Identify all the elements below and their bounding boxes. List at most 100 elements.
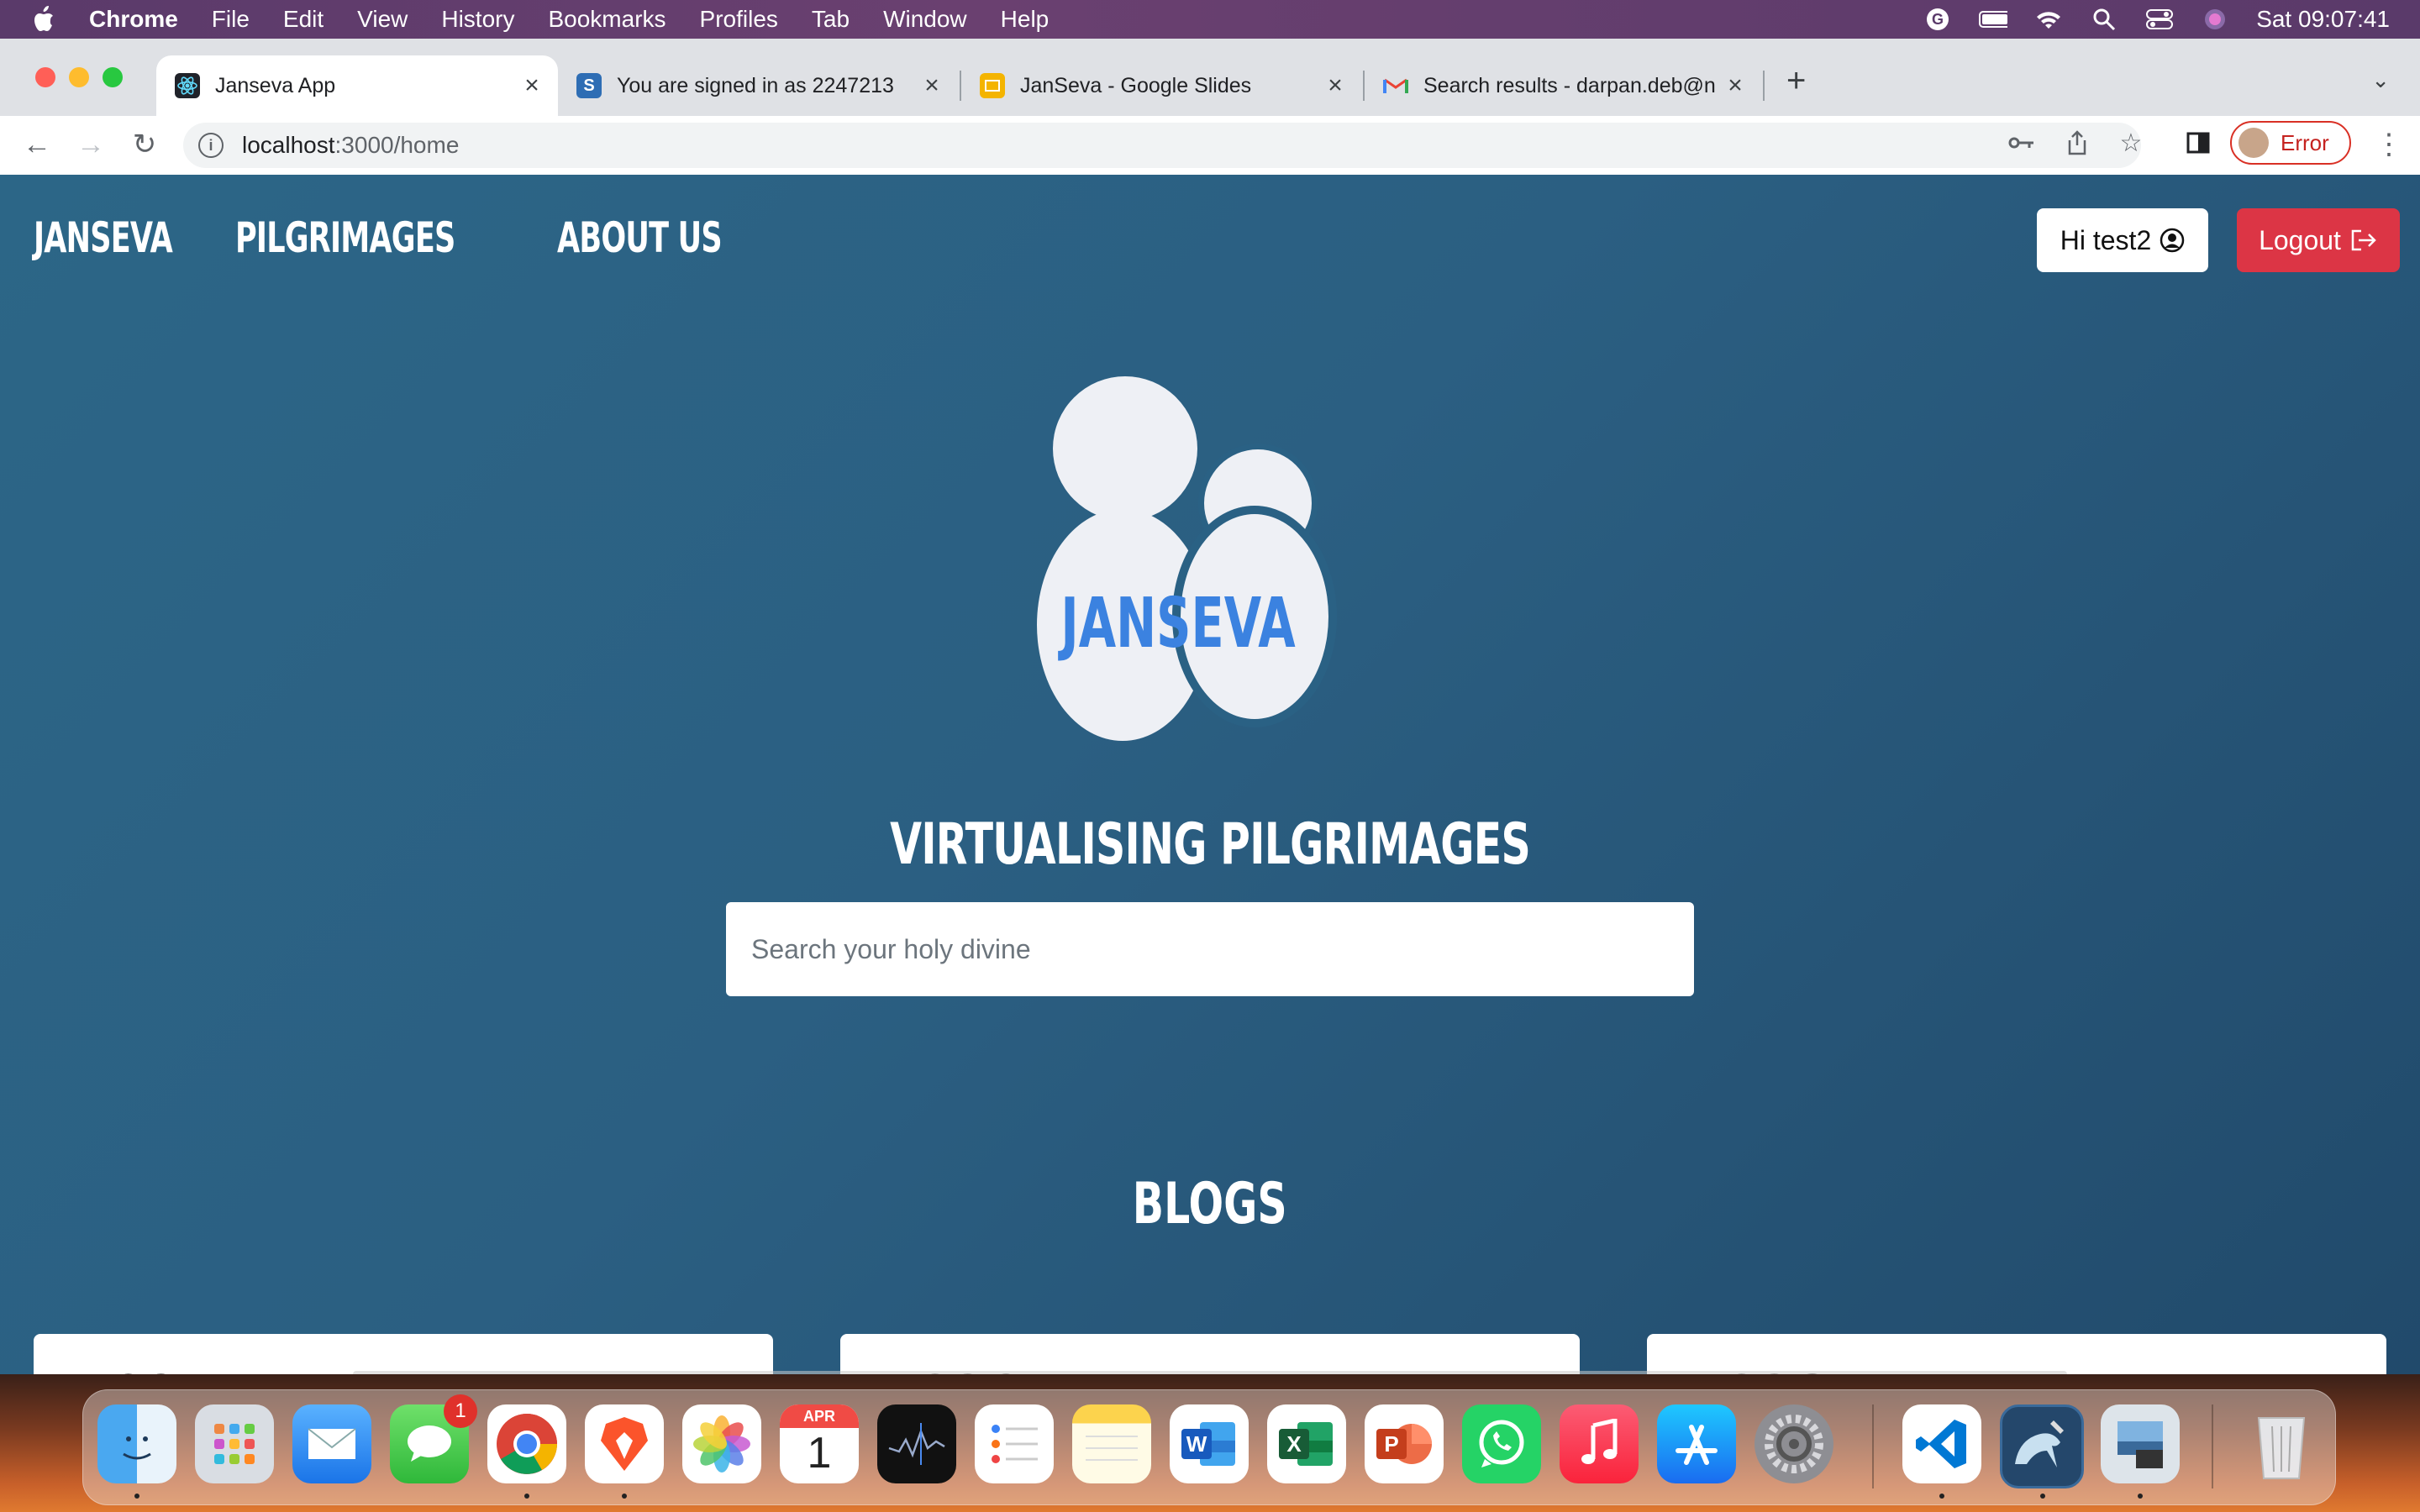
chrome-menu-icon[interactable]: ⋮ [2375,128,2403,161]
url-path: :3000/home [334,132,460,158]
user-circle-icon [2160,228,2185,253]
stocks-icon[interactable] [877,1404,956,1483]
blog-card[interactable]: BLOG 3 [1647,1334,2386,1374]
close-tab-icon[interactable]: × [919,71,944,100]
logout-icon [2351,229,2376,251]
calendar-month: APR [780,1404,859,1428]
trash-icon[interactable] [2242,1404,2321,1483]
svg-text:G: G [1932,11,1944,28]
reload-icon[interactable]: ↻ [126,126,163,163]
spotlight-search-icon[interactable] [2090,8,2118,31]
chrome-icon[interactable] [487,1404,566,1483]
slides-icon [980,73,1005,98]
tab-title: You are signed in as 2247213 [617,73,894,97]
tab-signed-in[interactable]: S You are signed in as 2247213 × [558,55,958,116]
search-input[interactable] [726,902,1694,996]
blog-card[interactable]: BLOG 2 [840,1334,1580,1374]
menu-view[interactable]: View [357,6,408,33]
menu-profiles[interactable]: Profiles [700,6,778,33]
menu-app-name[interactable]: Chrome [89,6,178,33]
dock-separator [2212,1404,2213,1488]
tagline-text: VIRTUALISING PILGRIMAGES [890,811,1531,878]
url-bar[interactable]: i localhost:3000/home [183,123,2141,168]
menu-help[interactable]: Help [1001,6,1050,33]
calendar-icon[interactable]: APR 1 [780,1404,859,1483]
nav-about-us-link[interactable]: ABOUT US [557,213,723,262]
profile-label: Error [2281,129,2329,155]
powerpoint-icon[interactable]: P [1365,1404,1444,1483]
grammarly-icon[interactable]: G [1923,8,1952,31]
close-tab-icon[interactable]: × [519,71,544,100]
preview-icon[interactable] [2101,1404,2180,1483]
tab-separator [1763,71,1765,101]
maximize-window-button[interactable] [103,67,123,87]
running-indicator [134,1494,139,1499]
tab-title: Search results - darpan.deb@n [1423,73,1716,97]
mail-icon[interactable] [292,1404,371,1483]
address-toolbar: ← → ↻ i localhost:3000/home ☆ Error ⋮ [0,116,2420,176]
back-arrow-icon[interactable]: ← [18,126,55,163]
bookmark-star-icon[interactable]: ☆ [2114,126,2148,160]
forward-arrow-icon[interactable]: → [72,126,109,163]
share-icon[interactable] [2060,126,2094,160]
janseva-logo: JANSEVA [1037,376,1337,741]
close-tab-icon[interactable]: × [1323,71,1348,100]
s-icon: S [576,73,602,98]
site-info-icon[interactable]: i [198,133,224,158]
avatar [2238,128,2269,158]
word-icon[interactable]: W [1170,1404,1249,1483]
key-icon[interactable] [2005,126,2039,160]
finder-icon[interactable] [97,1404,176,1483]
menu-edit[interactable]: Edit [283,6,324,33]
battery-icon[interactable] [1979,8,2008,31]
side-panel-icon[interactable] [2181,126,2215,160]
wifi-icon[interactable] [2034,8,2063,31]
blog-card[interactable]: BLOG 1 [34,1334,773,1374]
tab-search-chevron-icon[interactable]: ⌄ [2371,67,2390,93]
music-icon[interactable] [1560,1404,1639,1483]
running-indicator [2138,1494,2143,1499]
siri-icon[interactable] [2201,8,2229,31]
blog-card-title: BLOG 1 [62,1368,213,1374]
control-center-icon[interactable] [2145,8,2174,31]
menu-clock[interactable]: Sat 09:07:41 [2256,6,2390,33]
tab-janseva-app[interactable]: Janseva App × [156,55,558,116]
whatsapp-icon[interactable] [1462,1404,1541,1483]
menu-bookmarks[interactable]: Bookmarks [548,6,666,33]
minimize-window-button[interactable] [69,67,89,87]
tab-gmail-search[interactable]: Search results - darpan.deb@n × [1365,55,1761,116]
calendar-day: 1 [807,1429,832,1478]
menu-window[interactable]: Window [883,6,967,33]
notes-icon[interactable] [1072,1404,1151,1483]
launchpad-icon[interactable] [195,1404,274,1483]
browser-tab-bar: Janseva App × S You are signed in as 224… [0,39,2420,116]
menu-tab[interactable]: Tab [812,6,850,33]
system-settings-icon[interactable] [1754,1404,1833,1483]
nav-pilgrimages-link[interactable]: PILGRIMAGES [235,213,455,262]
close-tab-icon[interactable]: × [1723,71,1748,100]
profile-error-button[interactable]: Error [2230,121,2351,165]
photos-icon[interactable] [682,1404,761,1483]
site-navbar: JANSEVA PILGRIMAGES ABOUT US [34,213,768,262]
logout-button[interactable]: Logout [2237,208,2400,272]
reminders-icon[interactable] [975,1404,1054,1483]
blogs-heading: BLOGS [0,1171,2420,1237]
tab-google-slides[interactable]: JanSeva - Google Slides × [961,55,1361,116]
janseva-home-page: JANSEVA PILGRIMAGES ABOUT US Hi test2 Lo… [0,175,2420,1374]
gmail-icon [1383,73,1408,98]
vscode-icon[interactable] [1902,1404,1981,1483]
apple-icon[interactable] [32,6,55,33]
app-store-icon[interactable] [1657,1404,1736,1483]
menu-file[interactable]: File [212,6,250,33]
mysql-workbench-icon[interactable] [2000,1404,2084,1488]
nav-brand-link[interactable]: JANSEVA [34,213,173,262]
svg-text:P: P [1384,1431,1398,1457]
blogs-heading-text: BLOGS [1133,1171,1287,1237]
user-greeting-button[interactable]: Hi test2 [2037,208,2208,272]
close-window-button[interactable] [35,67,55,87]
brave-icon[interactable] [585,1404,664,1483]
excel-icon[interactable]: X [1267,1404,1346,1483]
menu-history[interactable]: History [441,6,514,33]
new-tab-button[interactable]: + [1786,62,1806,100]
react-icon [175,73,200,98]
